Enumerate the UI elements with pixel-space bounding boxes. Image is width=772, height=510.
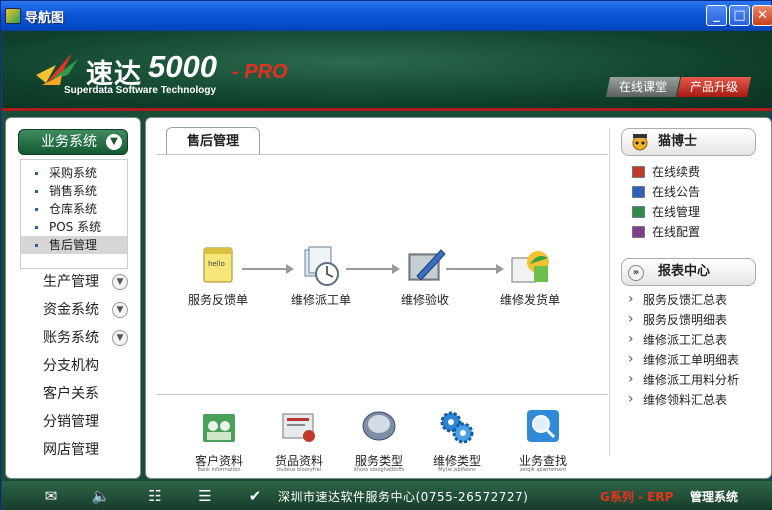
flow-repair-dispatch[interactable]: 维修派工单	[284, 244, 358, 308]
sidebar-item-pos[interactable]: POS 系统	[21, 218, 127, 236]
double-chevron-icon: »	[628, 265, 644, 281]
chevron-down-icon: ▼	[112, 330, 128, 346]
book-icon	[632, 166, 645, 178]
sidebar-item-funds[interactable]: 资金系统 ▼	[43, 298, 133, 322]
online-manage-link[interactable]: 在线管理	[632, 202, 700, 222]
check-icon[interactable]: ✔	[244, 487, 266, 505]
report-center-header[interactable]: » 报表中心	[621, 258, 756, 286]
column-divider	[609, 128, 610, 456]
report-link[interactable]: 服务反馈汇总表	[626, 289, 727, 310]
report-link[interactable]: 维修派工单明细表	[626, 349, 739, 370]
chevron-down-icon: ▼	[112, 302, 128, 318]
mail-icon[interactable]: ✉	[40, 487, 62, 505]
report-link[interactable]: 维修派工用料分析	[626, 369, 739, 390]
customer-info-button[interactable]: 客户资料 Bank informatibn	[184, 408, 254, 473]
chevron-down-icon: ▼	[112, 274, 128, 290]
sidebar-item-production[interactable]: 生产管理 ▼	[43, 270, 133, 294]
sidebar-item-warehouse[interactable]: 仓库系统	[21, 200, 127, 218]
cat-doctor-icon	[632, 134, 648, 151]
flow-repair-shipment[interactable]: 维修发货单	[488, 244, 572, 308]
customer-folder-icon	[203, 414, 235, 442]
cat-doctor-header[interactable]: 猫博士	[621, 128, 756, 156]
speaker-icon[interactable]: 🔈	[90, 487, 112, 505]
window-title: 导航图	[25, 10, 65, 25]
brand-edition: - PRO	[232, 61, 288, 83]
service-bubble-icon	[362, 411, 396, 441]
book-icon	[632, 186, 645, 198]
flow-repair-acceptance[interactable]: 维修验收	[390, 244, 460, 308]
flow-service-feedback[interactable]: hello 服务反馈单	[182, 244, 254, 308]
sidebar-sublist: 采购系统 销售系统 仓库系统 POS 系统 售后管理	[20, 159, 128, 269]
report-link[interactable]: 维修派工汇总表	[626, 329, 727, 350]
report-link[interactable]: 维修领料汇总表	[626, 389, 727, 410]
close-button[interactable]: ✕	[752, 5, 772, 26]
sidebar-item-accounting[interactable]: 账务系统 ▼	[43, 326, 133, 350]
series-label: G系列 - ERP	[600, 490, 674, 504]
maximize-button[interactable]: □	[729, 5, 750, 26]
brand-name-en: Superdata Software Technology	[64, 85, 217, 96]
goods-card-icon	[282, 413, 315, 442]
business-search-button[interactable]: 业务查找 zetqik apwrtsment	[508, 408, 578, 473]
search-icon	[527, 410, 559, 442]
online-class-button[interactable]: 在线课堂	[605, 77, 681, 97]
sidebar-group-business[interactable]: 业务系统 ▼	[18, 129, 128, 155]
sidebar-item-webshop[interactable]: 网店管理	[43, 438, 133, 462]
online-config-link[interactable]: 在线配置	[632, 222, 700, 242]
online-renew-link[interactable]: 在线续费	[632, 162, 700, 182]
app-icon	[5, 8, 21, 24]
main-panel: 售后管理 hello 服务反馈单 维修派工单 维修验收 维修发货单 客户资料 B…	[145, 117, 772, 479]
header-banner: 速达 5000 - PRO Superdata Software Technol…	[2, 31, 772, 111]
tab-divider	[156, 154, 608, 155]
sidebar-item-sales[interactable]: 销售系统	[21, 182, 127, 200]
clock-document-icon	[304, 246, 339, 286]
goods-info-button[interactable]: 货品资料 itudeus blooryfral	[264, 408, 334, 473]
sidebar-item-aftersales[interactable]: 售后管理	[21, 236, 127, 254]
report-link[interactable]: 服务反馈明细表	[626, 309, 727, 330]
shipment-icon	[511, 251, 549, 283]
sidebar: 业务系统 ▼ 采购系统 销售系统 仓库系统 POS 系统 售后管理 生产管理 ▼ …	[5, 117, 141, 479]
book-icon	[632, 206, 645, 218]
sidebar-item-purchase[interactable]: 采购系统	[21, 164, 127, 182]
upgrade-button[interactable]: 产品升级	[676, 77, 752, 97]
section-divider	[156, 394, 608, 395]
app-window: 导航图 _ □ ✕ 速达 5000 - PRO Superdata Softwa…	[0, 0, 772, 510]
tab-aftersales[interactable]: 售后管理	[166, 127, 260, 155]
pen-icon	[408, 249, 446, 281]
sidebar-item-crm[interactable]: 客户关系	[43, 382, 133, 406]
chevron-down-icon: ▼	[106, 134, 122, 150]
book-icon	[632, 226, 645, 238]
brand-version: 5000	[148, 49, 217, 84]
system-label: 管理系统	[690, 490, 739, 504]
minimize-button[interactable]: _	[706, 5, 727, 26]
sidebar-item-distribution[interactable]: 分销管理	[43, 410, 133, 434]
document-icon[interactable]: ☰	[194, 487, 216, 505]
svg-text:hello: hello	[208, 260, 225, 268]
gears-icon	[440, 411, 474, 444]
service-type-button[interactable]: 服务类型 ithoss stooghatbtiffs	[344, 408, 414, 473]
status-bar: ✉ 🔈 ☷ ☰ ✔ 深圳市速达软件服务中心(0755-26572727) G系列…	[2, 481, 772, 510]
service-center-text: 深圳市速达软件服务中心(0755-26572727)	[278, 490, 529, 504]
online-notice-link[interactable]: 在线公告	[632, 182, 700, 202]
title-bar[interactable]: 导航图 _ □ ✕	[1, 1, 772, 31]
notepad-icon: hello	[203, 247, 233, 283]
book-icon[interactable]: ☷	[144, 487, 166, 505]
repair-type-button[interactable]: 维修类型 Mytie jsblfaons	[422, 408, 492, 473]
sidebar-item-branch[interactable]: 分支机构	[43, 354, 133, 378]
